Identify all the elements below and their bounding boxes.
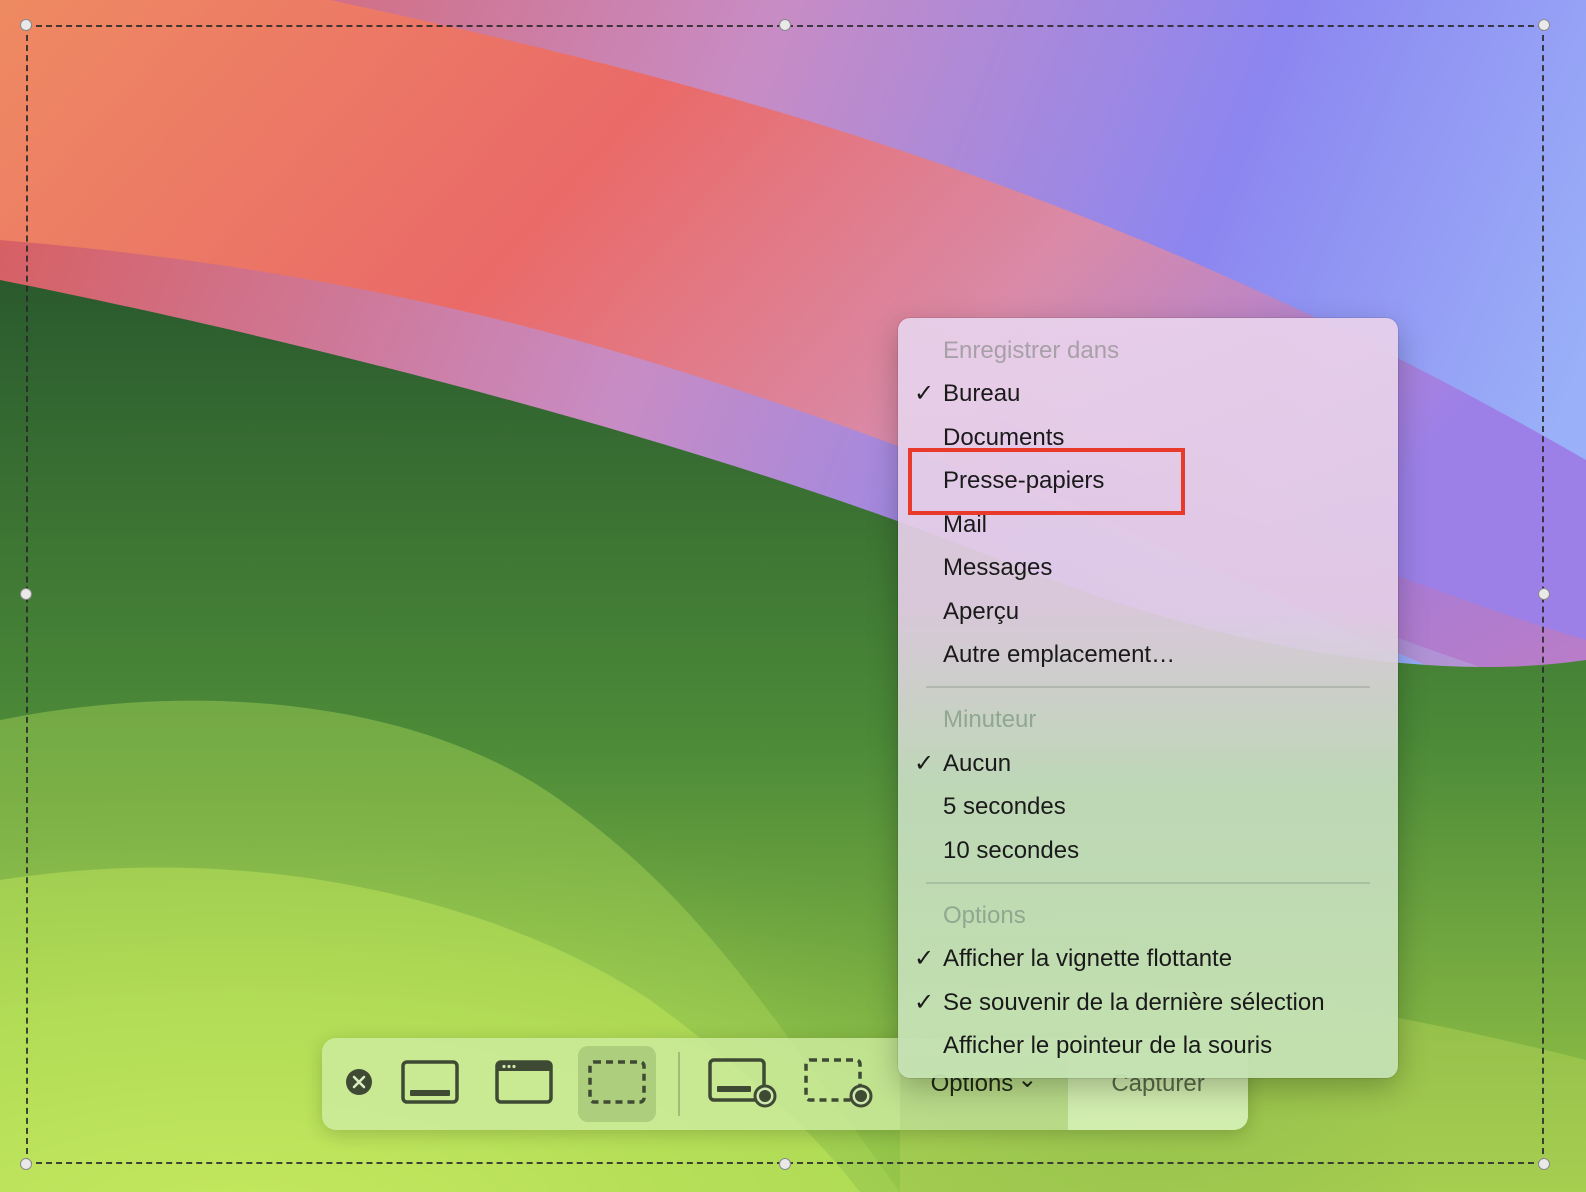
- options-menu: Enregistrer dans ✓ Bureau Documents Pres…: [898, 318, 1398, 1078]
- menu-section-header-options: Options: [943, 902, 1026, 929]
- menu-separator: [926, 882, 1370, 884]
- selection-handle-middle-left[interactable]: [20, 588, 32, 600]
- menu-item-afficher-vignette[interactable]: ✓ Afficher la vignette flottante: [898, 939, 1398, 979]
- capture-selection-icon: [587, 1058, 647, 1111]
- selection-handle-middle-right[interactable]: [1538, 588, 1550, 600]
- record-entire-screen-icon: [707, 1056, 779, 1113]
- menu-section-header-save: Enregistrer dans: [943, 337, 1120, 364]
- menu-item-souvenir-selection[interactable]: ✓ Se souvenir de la dernière sélection: [898, 983, 1398, 1023]
- close-circle-icon: [345, 1068, 373, 1101]
- checkmark-icon: ✓: [914, 380, 935, 407]
- menu-item-5-secondes[interactable]: 5 secondes: [898, 787, 1398, 827]
- menu-item-messages[interactable]: Messages: [898, 548, 1398, 588]
- menu-item-afficher-pointeur[interactable]: Afficher le pointeur de la souris: [898, 1026, 1398, 1066]
- capture-window-icon: [494, 1058, 554, 1111]
- capture-entire-screen-button[interactable]: [390, 1046, 470, 1122]
- menu-item-aucun[interactable]: ✓ Aucun: [898, 744, 1398, 784]
- checkmark-icon: ✓: [914, 945, 935, 972]
- capture-selection-button[interactable]: [578, 1046, 656, 1122]
- capture-entire-screen-icon: [400, 1058, 460, 1111]
- menu-item-10-secondes[interactable]: 10 secondes: [898, 831, 1398, 871]
- selection-handle-top-left[interactable]: [20, 19, 32, 31]
- record-selection-icon: [803, 1056, 875, 1113]
- selection-handle-top-right[interactable]: [1538, 19, 1550, 31]
- checkmark-icon: ✓: [914, 989, 935, 1016]
- selection-handle-bottom-right[interactable]: [1538, 1158, 1550, 1170]
- selection-handle-bottom-left[interactable]: [20, 1158, 32, 1170]
- menu-separator: [926, 686, 1370, 688]
- record-selection-button[interactable]: [796, 1046, 882, 1122]
- record-entire-screen-button[interactable]: [700, 1046, 786, 1122]
- menu-item-bureau[interactable]: ✓ Bureau: [898, 374, 1398, 414]
- selection-handle-top-center[interactable]: [779, 19, 791, 31]
- close-button[interactable]: [340, 1046, 378, 1122]
- highlight-annotation-box: [908, 448, 1185, 515]
- toolbar-divider: [678, 1052, 680, 1116]
- menu-item-apercu[interactable]: Aperçu: [898, 592, 1398, 632]
- menu-item-autre-emplacement[interactable]: Autre emplacement…: [898, 635, 1398, 675]
- menu-section-header-timer: Minuteur: [943, 706, 1037, 733]
- capture-window-button[interactable]: [484, 1046, 564, 1122]
- checkmark-icon: ✓: [914, 750, 935, 777]
- selection-handle-bottom-center[interactable]: [779, 1158, 791, 1170]
